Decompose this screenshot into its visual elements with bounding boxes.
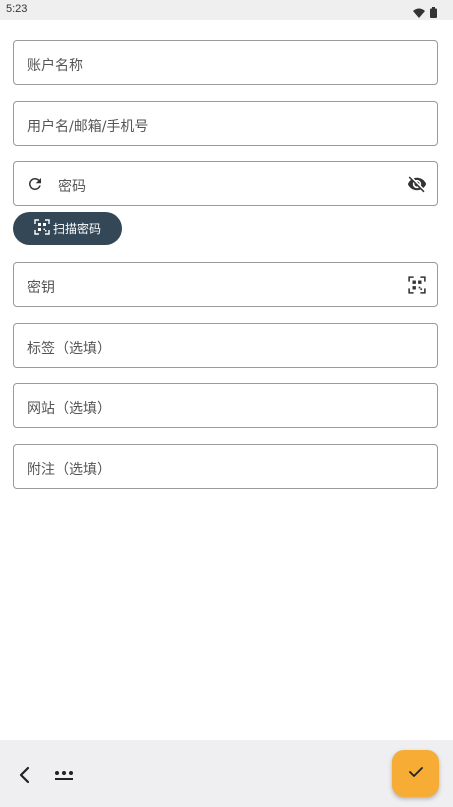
battery-icon [430, 3, 437, 22]
username-field[interactable]: 用户名/邮箱/手机号 [13, 101, 438, 146]
status-time: 5:23 [6, 3, 28, 15]
scan-password-label: 扫描密码 [53, 222, 102, 236]
wifi-icon [413, 3, 425, 22]
status-icons [413, 3, 437, 22]
password-label: 密码 [58, 179, 86, 195]
eye-off-icon[interactable] [407, 174, 427, 194]
qr-scan-icon[interactable] [407, 275, 427, 295]
bottom-app-bar [0, 740, 453, 807]
account-name-label: 账户名称 [27, 58, 83, 74]
tags-label: 标签（选填） [27, 341, 111, 357]
website-label: 网站（选填） [27, 401, 111, 417]
save-button[interactable] [392, 750, 439, 797]
account-name-field[interactable]: 账户名称 [13, 40, 438, 85]
back-arrow-icon[interactable] [13, 764, 35, 786]
notes-field[interactable]: 附注（选填） [13, 444, 438, 489]
secret-key-field[interactable]: 密钥 [13, 262, 438, 307]
qr-scan-icon [34, 219, 50, 238]
status-bar: 5:23 [0, 0, 453, 20]
more-icon[interactable] [52, 765, 76, 785]
website-field[interactable]: 网站（选填） [13, 383, 438, 428]
scan-password-button[interactable]: 扫描密码 [13, 212, 122, 245]
notes-label: 附注（选填） [27, 462, 111, 478]
username-label: 用户名/邮箱/手机号 [27, 119, 149, 135]
password-field[interactable]: 密码 [13, 161, 438, 206]
secret-key-label: 密钥 [27, 280, 55, 296]
refresh-icon[interactable] [25, 174, 45, 194]
tags-field[interactable]: 标签（选填） [13, 323, 438, 368]
check-icon [408, 764, 424, 783]
